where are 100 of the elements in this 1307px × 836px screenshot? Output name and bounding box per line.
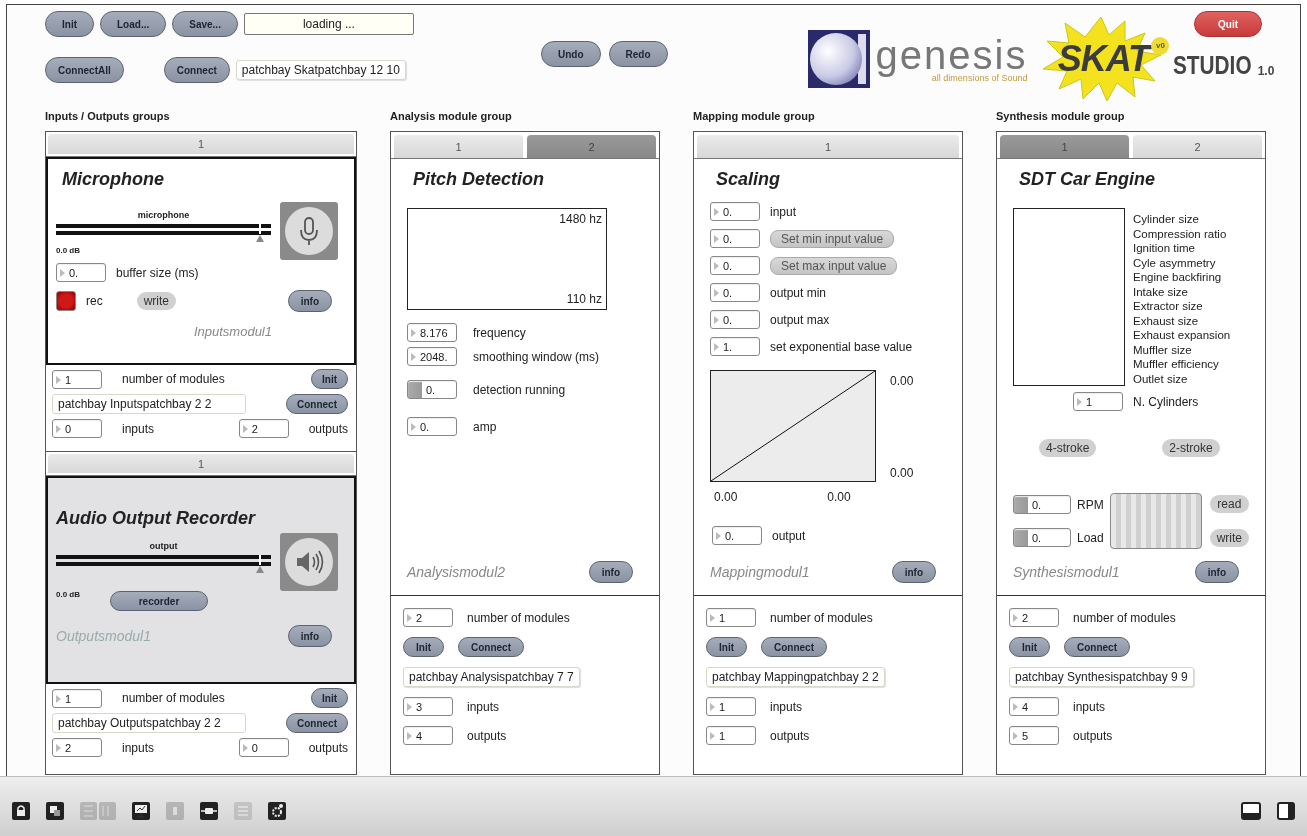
connect-button[interactable]: Connect xyxy=(458,637,524,657)
number-field[interactable]: 0. xyxy=(710,310,760,329)
connect-all-button[interactable]: ConnectAll xyxy=(45,57,124,83)
parameter-label: Extractor size xyxy=(1133,299,1204,314)
number-field[interactable]: 0. xyxy=(710,229,760,248)
version-label: 1.0 xyxy=(1257,64,1275,78)
field-label: number of modules xyxy=(122,372,226,386)
number-field[interactable]: 2 xyxy=(52,738,102,757)
field-label: N. Cylinders xyxy=(1133,394,1199,409)
tab[interactable]: 1 xyxy=(394,135,523,158)
number-field[interactable]: 1 xyxy=(706,697,756,716)
patchbay-field[interactable]: patchbay Mappingpatchbay 2 2 xyxy=(706,667,885,687)
axis-label: 0.00 xyxy=(890,374,914,388)
speaker-icon[interactable] xyxy=(280,533,338,591)
number-field[interactable]: 1 xyxy=(52,688,102,708)
init-button[interactable]: Init xyxy=(1009,637,1050,657)
tab[interactable]: 1 xyxy=(48,134,354,154)
number-field[interactable]: 1. xyxy=(710,337,760,356)
stroke-button[interactable]: 2-stroke xyxy=(1162,439,1220,457)
write-button[interactable]: write xyxy=(136,292,176,310)
patchbay-field[interactable]: patchbay Synthesispatchbay 9 9 xyxy=(1009,667,1194,687)
number-field[interactable]: 5 xyxy=(1009,726,1059,745)
bottom-panel-icon[interactable] xyxy=(1241,801,1261,820)
number-field[interactable]: 8.176 xyxy=(407,323,457,342)
toolbar-button[interactable]: Init xyxy=(45,11,94,37)
presentation-icon[interactable] xyxy=(132,801,150,820)
init-button[interactable]: Init xyxy=(311,688,348,708)
undo-button[interactable]: Undo xyxy=(541,41,601,67)
number-field[interactable]: 0. xyxy=(407,417,457,436)
group-title: Synthesis module group xyxy=(996,109,1126,124)
logo-wordmark: SKAT xyxy=(1057,38,1150,80)
number-field[interactable]: 4 xyxy=(1009,697,1059,716)
toolbar-button[interactable]: Save... xyxy=(172,11,238,37)
group-title: Analysis module group xyxy=(390,109,513,124)
number-field[interactable]: 3 xyxy=(403,697,453,716)
info-button[interactable]: info xyxy=(1194,561,1239,583)
number-field[interactable]: 0 xyxy=(52,419,102,438)
init-button[interactable]: Init xyxy=(403,637,444,657)
number-field[interactable]: 0. xyxy=(710,256,760,275)
number-field[interactable]: 0. xyxy=(1013,528,1071,547)
connect-button[interactable]: Connect xyxy=(1064,637,1130,657)
number-field[interactable]: 1 xyxy=(706,726,756,745)
plug-icon[interactable] xyxy=(200,801,218,820)
number-field[interactable]: 0 xyxy=(238,738,289,757)
stroke-button[interactable]: 4-stroke xyxy=(1039,439,1097,457)
meter-thumb-icon[interactable] xyxy=(255,555,266,573)
number-field[interactable]: 2 xyxy=(238,419,289,438)
copy-icon[interactable] xyxy=(46,801,64,820)
info-button[interactable]: info xyxy=(588,561,633,583)
init-button[interactable]: Init xyxy=(706,637,747,657)
number-field[interactable]: 4 xyxy=(403,726,453,745)
number-field[interactable]: 0. xyxy=(1013,495,1071,514)
lock-icon[interactable] xyxy=(12,801,30,820)
patchbay-field[interactable]: patchbay Inputspatchbay 2 2 xyxy=(52,394,246,414)
set-value-button[interactable]: Set max input value xyxy=(770,256,898,275)
connect-button[interactable]: Connect xyxy=(286,394,348,414)
init-button[interactable]: Init xyxy=(311,369,348,389)
connect-button[interactable]: Connect xyxy=(286,713,348,733)
number-field[interactable]: 2048. xyxy=(407,347,457,366)
patchbay-field[interactable]: patchbay Outputspatchbay 2 2 xyxy=(52,713,246,733)
gear-icon[interactable] xyxy=(268,801,286,820)
multislider[interactable] xyxy=(1013,208,1125,386)
level-readout: 0.0 dB xyxy=(56,246,81,255)
tab[interactable]: 1 xyxy=(48,454,354,473)
tab[interactable]: 2 xyxy=(1133,135,1262,158)
set-value-button[interactable]: Set min input value xyxy=(770,229,895,248)
number-field[interactable]: 0. xyxy=(710,283,760,302)
preset-button[interactable]: write xyxy=(1209,529,1249,547)
parameter-label: Muffler size xyxy=(1133,342,1193,357)
patchbay-field[interactable]: patchbay Skatpatchbay 12 10 xyxy=(235,60,406,80)
toolbar-button[interactable]: Load... xyxy=(100,11,167,37)
record-toggle[interactable] xyxy=(56,291,76,311)
side-panel-icon[interactable] xyxy=(1277,801,1295,820)
number-field[interactable]: 2 xyxy=(1009,608,1059,627)
axis-label: 110 hz xyxy=(566,292,602,306)
field-label: inputs xyxy=(1073,699,1106,714)
recorder-button[interactable]: recorder xyxy=(110,591,208,611)
field-label: outputs xyxy=(308,740,348,755)
connect-button[interactable]: Connect xyxy=(163,57,230,83)
info-button[interactable]: info xyxy=(287,625,332,647)
number-field[interactable]: 0. xyxy=(710,202,760,221)
info-button[interactable]: info xyxy=(287,290,332,312)
number-field[interactable]: 1 xyxy=(706,608,756,627)
tab[interactable]: 1 xyxy=(697,135,959,158)
microphone-icon[interactable] xyxy=(280,202,338,260)
number-field[interactable]: 2 xyxy=(403,608,453,627)
preset-button[interactable]: read xyxy=(1209,495,1249,513)
xy-pad[interactable] xyxy=(1109,493,1202,549)
number-field[interactable]: 0. xyxy=(712,526,762,545)
quit-button[interactable]: Quit xyxy=(1194,11,1262,37)
redo-button[interactable]: Redo xyxy=(608,41,668,67)
number-field[interactable]: 0. xyxy=(56,263,106,282)
meter-thumb-icon[interactable] xyxy=(255,224,266,242)
info-button[interactable]: info xyxy=(891,561,936,583)
number-field[interactable]: 0. xyxy=(407,380,457,399)
field-label: inputs xyxy=(770,699,803,714)
number-field[interactable]: 1 xyxy=(52,369,102,389)
connect-button[interactable]: Connect xyxy=(761,637,827,657)
patchbay-field[interactable]: patchbay Analysispatchbay 7 7 xyxy=(403,667,580,687)
number-field[interactable]: 1 xyxy=(1073,392,1123,411)
